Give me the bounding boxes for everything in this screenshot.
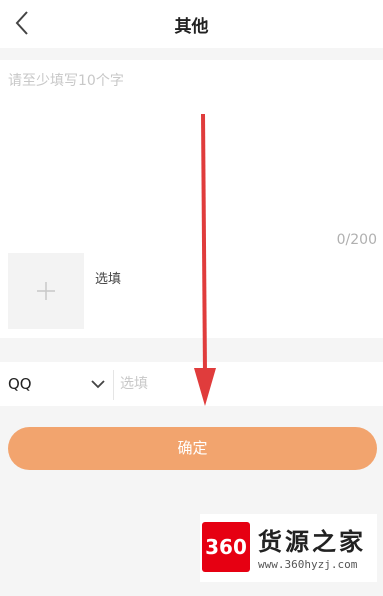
page-title: 其他 [174, 17, 209, 37]
chevron-down-icon [91, 380, 105, 389]
char-counter: 0/200 [336, 232, 377, 248]
watermark-name: 货源之家 [258, 527, 366, 556]
contact-input[interactable] [120, 362, 375, 406]
divider [113, 370, 114, 400]
watermark: 360 货源之家 www.360hyzj.com [200, 514, 377, 582]
confirm-button[interactable]: 确定 [8, 427, 377, 470]
contact-type-value: QQ [8, 375, 32, 393]
contact-type-select[interactable]: QQ [0, 362, 112, 406]
section-gap [0, 338, 383, 362]
top-bar: 其他 [0, 0, 383, 48]
upload-optional-label: 选填 [95, 272, 122, 287]
contact-row: QQ [0, 362, 383, 406]
feedback-panel: 0/200 选填 [0, 60, 383, 338]
watermark-logo: 360 [202, 522, 250, 572]
feedback-textarea[interactable] [0, 60, 383, 250]
image-upload-button[interactable] [8, 253, 84, 329]
section-gap [0, 48, 383, 60]
watermark-url: www.360hyzj.com [258, 558, 358, 571]
plus-icon [37, 282, 55, 300]
